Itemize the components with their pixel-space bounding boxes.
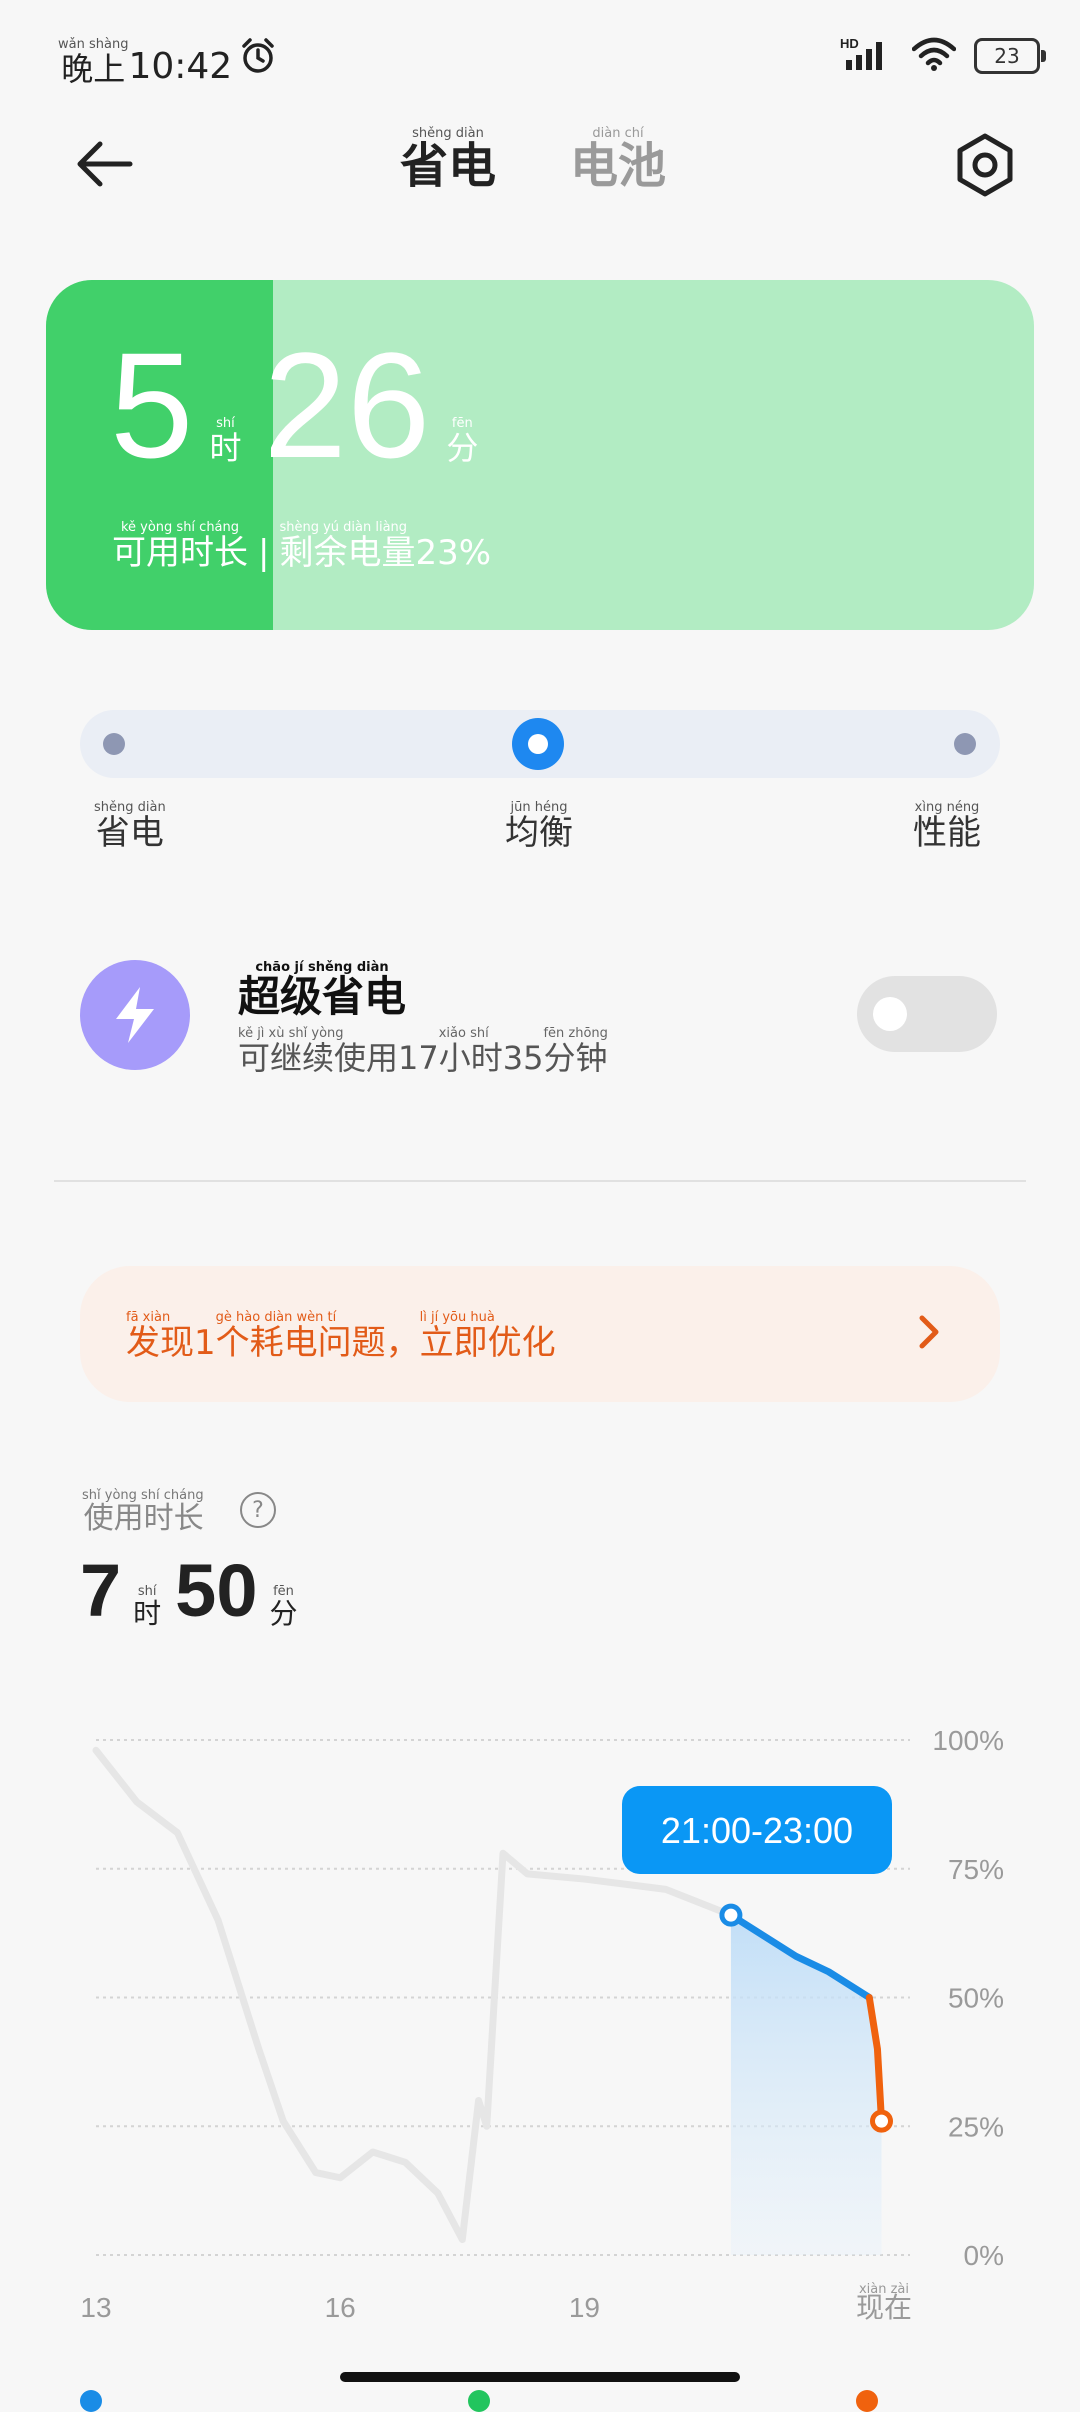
tooltip-text: 21:00-23:00 (661, 1810, 853, 1851)
tab-power-saving[interactable]: shěng diàn 省电 (400, 126, 496, 190)
status-time: wǎn shàng 晚上 10:42 (58, 36, 278, 85)
x-tick-label: 19 (569, 2292, 600, 2320)
highlight-area (730, 1915, 882, 2255)
x-tick-label: 现在 (856, 2292, 912, 2320)
status-icons: HD 23 (840, 36, 1046, 76)
wifi-icon (911, 37, 957, 75)
signal-icon: HD (840, 36, 894, 76)
mode-dot-saving[interactable] (103, 733, 125, 755)
legend-dot-consumption (80, 2390, 102, 2412)
home-indicator[interactable] (340, 2372, 740, 2382)
y-tick-label: 100% (932, 1725, 1004, 1756)
y-tick-label: 75% (948, 1854, 1004, 1885)
mode-dot-performance[interactable] (954, 733, 976, 755)
tab-battery[interactable]: diàn chí 电池 (570, 126, 666, 190)
usage-label: shǐ yòng shí cháng 使用时长 (82, 1488, 204, 1534)
ultra-saving-title: chāo jí shěng diàn 超级省电 (238, 960, 406, 1018)
y-axis-ticks: 100% 75% 50% 25% 0% (932, 1725, 1004, 2271)
y-tick-label: 0% (964, 2240, 1004, 2271)
battery-card-subtitle: kě yòng shí cháng 可用时长 | shèng yú diàn li… (112, 520, 491, 570)
usage-value: 7 shí 时 50 fēn 分 (80, 1554, 298, 1628)
y-tick-label: 50% (948, 1983, 1004, 2014)
remaining-hours: 5 (110, 321, 194, 489)
mode-slider-knob[interactable] (512, 718, 564, 770)
clock: 10:42 (128, 46, 233, 87)
usage-hours: 7 (80, 1549, 122, 1632)
bolt-icon (116, 987, 154, 1043)
subtitle-text: 分钟 (543, 1039, 608, 1077)
battery-level-text: 23 (994, 44, 1020, 68)
usage-minutes-unit: 分 (269, 1597, 298, 1630)
x-tick-label: 16 (325, 2292, 356, 2320)
mode-label-performance[interactable]: xìng néng 性能 (913, 800, 981, 850)
mode-label: 性能 (913, 813, 981, 853)
chevron-right-icon (919, 1315, 939, 1349)
separator: | (258, 533, 270, 573)
svg-text:HD: HD (840, 36, 859, 51)
x-axis-ticks: 13 16 19xiàn zài现在 (80, 2282, 912, 2320)
tab-label: 省电 (400, 138, 497, 194)
x-tick-label: 13 (80, 2292, 111, 2320)
settings-button[interactable] (950, 130, 1020, 200)
mode-label-saving[interactable]: shěng diàn 省电 (94, 800, 166, 850)
issue-text-part: 立即优化 (419, 1323, 556, 1363)
mode-label: 省电 (95, 813, 164, 853)
hours-unit: 时 (209, 429, 242, 467)
subtitle-text: 可继续使用17 (238, 1039, 439, 1077)
battery-icon: 23 (974, 38, 1046, 74)
subtitle-text: 小时35 (438, 1039, 544, 1077)
available-label: 可用时长 (112, 533, 248, 573)
issue-text: fā xiàn 发现1 gè hào diàn wèn tí 个耗电问题， lì j… (126, 1310, 556, 1360)
legend-dot-fast-consumption (856, 2390, 878, 2412)
ultra-saving-toggle[interactable] (857, 976, 997, 1052)
tab-label: 电池 (570, 138, 667, 194)
remaining-time: 5 shí 时 26 fēn 分 (110, 330, 478, 480)
remaining-minutes: 26 (263, 321, 431, 489)
title-text: 超级省电 (238, 972, 407, 1021)
usage-minutes: 50 (175, 1549, 258, 1632)
chart-tooltip: 21:00-23:00 (622, 1786, 892, 1874)
hexagon-settings-icon (957, 133, 1013, 197)
range-start-marker (719, 1903, 743, 1927)
highlight-fill (730, 1915, 882, 2255)
legend-dot-charging (468, 2390, 490, 2412)
battery-chart[interactable]: 100%75%50%25%0% 13 16 19xiàn zài现在 21:00-2… (0, 1700, 1080, 2320)
mode-slider[interactable] (80, 710, 1000, 778)
issue-text-part: 发现1 (126, 1323, 216, 1363)
minutes-unit: 分 (446, 429, 479, 467)
alarm-icon (238, 36, 278, 85)
y-tick-label: 25% (948, 2111, 1004, 2142)
ultra-saving-icon (80, 960, 190, 1070)
usage-label-text: 使用时长 (83, 1501, 204, 1536)
time-prefix: 晚上 (61, 50, 126, 88)
remaining-label: 剩余电量23% (279, 533, 492, 573)
help-icon[interactable]: ? (240, 1492, 276, 1528)
arrow-left-icon (77, 141, 133, 187)
issue-banner[interactable]: fā xiàn 发现1 gè hào diàn wèn tí 个耗电问题， lì j… (80, 1266, 1000, 1402)
range-end-marker (870, 2109, 894, 2133)
divider (54, 1180, 1026, 1182)
battery-card: 5 shí 时 26 fēn 分 kě yòng shí cháng 可用时长 | s… (46, 280, 1034, 630)
issue-text-part: 个耗电问题， (215, 1323, 420, 1363)
back-button[interactable] (70, 130, 150, 200)
usage-hours-unit: 时 (133, 1597, 162, 1630)
ultra-saving-subtitle: kě jì xù shǐ yòng 可继续使用17 xiǎo shí 小时35 fē… (238, 1026, 608, 1074)
mode-label-balanced[interactable]: jūn héng 均衡 (505, 800, 573, 850)
mode-label: 均衡 (505, 813, 573, 853)
header-tabs: shěng diàn 省电 diàn chí 电池 (400, 126, 666, 190)
